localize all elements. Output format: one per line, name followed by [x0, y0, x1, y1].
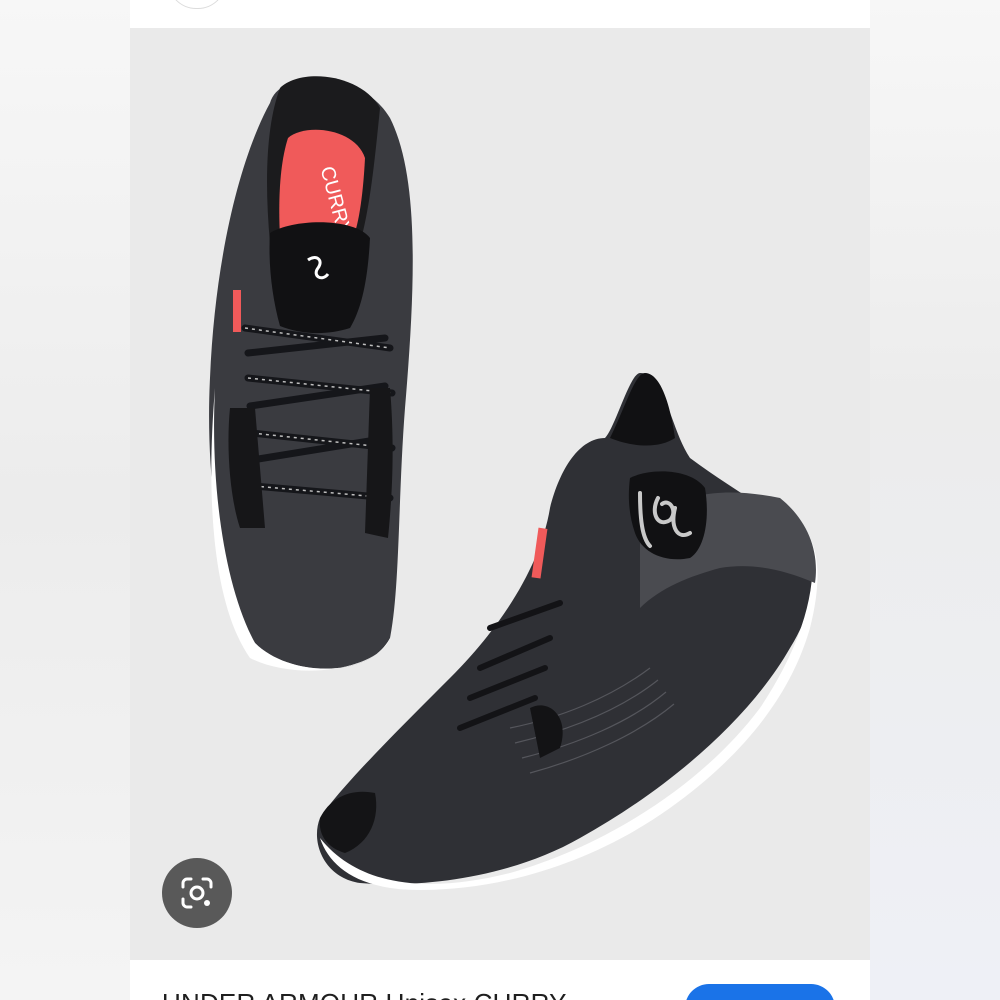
right-backdrop: [870, 0, 1000, 1000]
visit-button[interactable]: [685, 984, 835, 1000]
product-image-svg: CURRY: [209, 76, 818, 890]
product-image[interactable]: CURRY: [130, 28, 870, 960]
page: CURRY: [0, 0, 1000, 1000]
result-title[interactable]: UNDER ARMOUR Unisex CURRY: [162, 988, 567, 1000]
google-lens-icon: [181, 877, 213, 909]
result-card[interactable]: UNDER ARMOUR Unisex CURRY: [130, 960, 870, 1000]
google-lens-button[interactable]: [162, 858, 232, 928]
left-backdrop: [0, 0, 130, 1000]
shoe-top-view: CURRY: [209, 76, 413, 671]
top-strip: [130, 0, 870, 28]
